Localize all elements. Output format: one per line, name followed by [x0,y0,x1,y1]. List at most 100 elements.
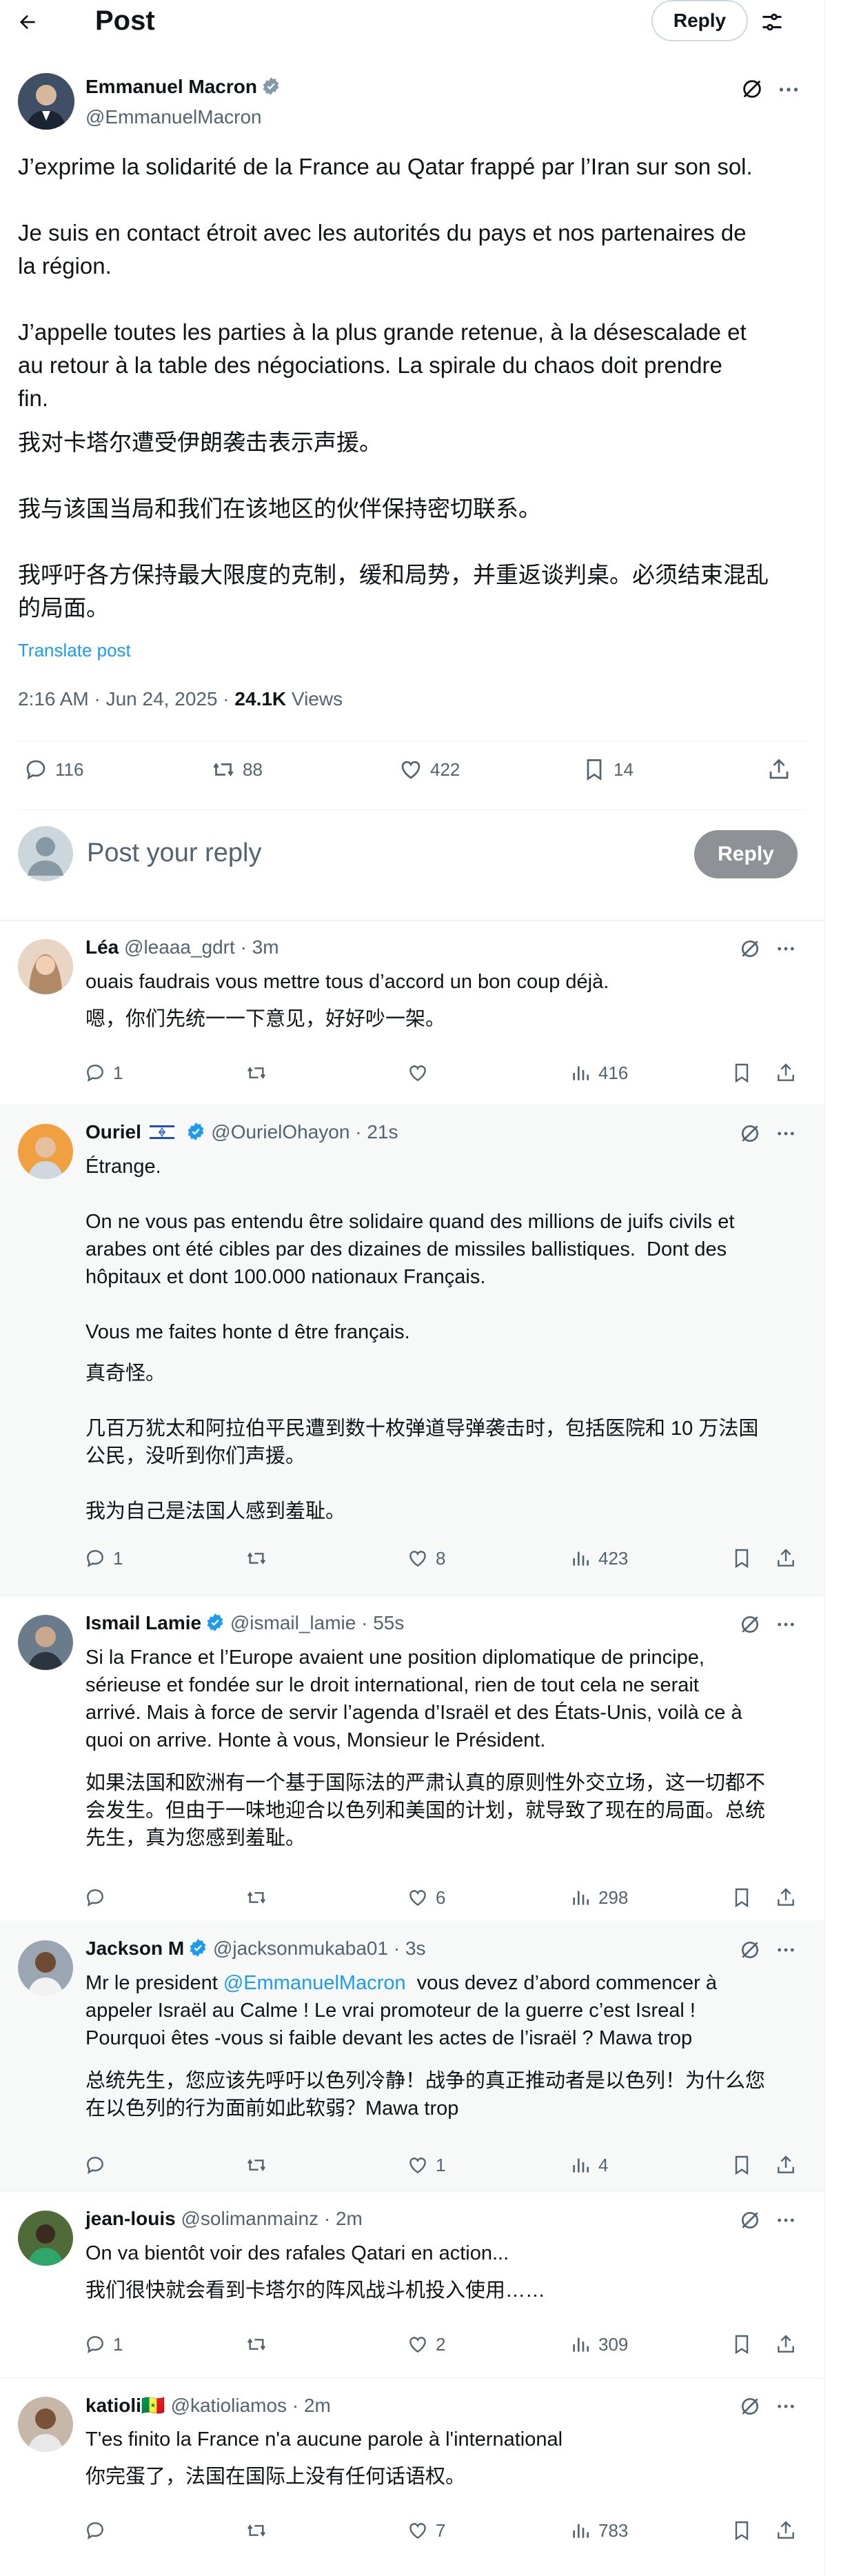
reply-time[interactable]: · 2m [318,2208,363,2229]
reply-avatar[interactable] [18,1615,73,1670]
more-options-icon[interactable] [775,2209,797,2231]
reply-action[interactable] [84,2519,113,2542]
back-arrow-icon[interactable] [14,8,41,36]
reply-author-handle[interactable]: @ismail_lamie [230,1612,356,1633]
grok-icon[interactable] [739,1613,761,1636]
share-icon[interactable] [775,2519,797,2542]
reply-action[interactable]: 1 [84,1547,123,1569]
reply-time[interactable]: · 3m [235,936,279,958]
share-icon[interactable] [775,1886,797,1909]
repost-action[interactable] [245,1547,274,1569]
share-icon[interactable] [775,2154,797,2176]
grok-icon[interactable] [739,938,761,960]
reply-input[interactable]: Post your reply [87,838,261,868]
translate-post-link[interactable]: Translate post [18,640,131,661]
reply-time[interactable]: · 2m [287,2395,331,2416]
grok-icon[interactable] [739,1123,761,1145]
reply-time[interactable]: · 3s [388,1938,426,1959]
share-icon[interactable] [775,1547,797,1569]
mention-link[interactable]: @EmmanuelMacron [223,1972,406,1994]
reply-time[interactable]: · 21s [349,1121,398,1143]
reply-action[interactable] [84,1886,113,1909]
repost-action[interactable] [245,1062,274,1084]
like-action[interactable]: 6 [407,1886,445,1909]
reply-item[interactable]: Ouriel @OurielOhayon · 21s Étrange. On n… [0,1106,824,1596]
compose-reply-button[interactable]: Reply [694,830,798,878]
more-options-icon[interactable] [775,938,797,960]
reply-item[interactable]: Léa @leaaa_gdrt · 3m ouais faudrais vous… [0,921,824,1105]
reply-action-bar: 1 2 309 [0,2333,824,2361]
post-timestamp[interactable]: 2:16 AM · Jun 24, 2025 · [18,688,234,710]
like-action[interactable] [407,1062,436,1084]
bookmark-icon[interactable] [731,2154,753,2176]
header-reply-button[interactable]: Reply [651,0,748,41]
like-action[interactable]: 7 [407,2519,445,2542]
bookmark-icon[interactable] [731,1062,753,1084]
reply-author-name[interactable]: Léa [85,936,119,958]
more-options-icon[interactable] [775,1939,797,1961]
reply-author-name[interactable]: Ouriel [85,1121,141,1143]
grok-icon[interactable] [739,1939,761,1961]
scrollbar[interactable] [825,0,841,2576]
repost-action[interactable] [245,1886,274,1909]
reply-avatar[interactable] [18,2211,73,2266]
views-action[interactable]: 783 [569,2519,628,2542]
post-text-fr: J’exprime la solidarité de la France au … [18,154,753,411]
bookmark-icon[interactable] [731,2333,753,2355]
author-avatar[interactable] [18,73,74,130]
more-options-icon[interactable] [775,1613,797,1636]
repost-action[interactable] [245,2333,274,2355]
share-icon[interactable] [775,1062,797,1084]
grok-icon[interactable] [740,77,764,101]
bookmark-icon[interactable] [731,1886,753,1909]
views-action[interactable]: 298 [569,1886,628,1909]
grok-icon[interactable] [739,2209,761,2231]
views-action[interactable]: 4 [569,2154,608,2176]
reply-avatar[interactable] [18,939,73,994]
reply-author-name[interactable]: jean-louis [85,2208,176,2229]
more-options-icon[interactable] [776,77,801,102]
share-icon[interactable] [767,757,791,782]
more-options-icon[interactable] [775,2395,797,2417]
analytics-icon [573,2524,589,2538]
bookmark-icon[interactable] [731,2519,753,2542]
reply-author-name[interactable]: katioli🇸🇳 [85,2395,165,2416]
reply-time[interactable]: · 55s [356,1612,404,1633]
reply-avatar[interactable] [18,1124,73,1179]
author-name[interactable]: Emmanuel Macron [85,76,281,98]
views-action[interactable]: 423 [569,1547,628,1569]
like-action[interactable]: 2 [407,2333,445,2355]
reply-action[interactable]: 116 [23,757,83,782]
reply-action[interactable]: 1 [84,1062,123,1084]
bookmark-icon[interactable] [731,1547,753,1569]
reply-item[interactable]: jean-louis @solimanmainz · 2m On va bien… [0,2193,824,2378]
like-action[interactable]: 1 [407,2154,445,2176]
reply-author-handle[interactable]: @OurielOhayon [211,1121,349,1143]
reply-author-handle[interactable]: @solimanmainz [181,2208,318,2229]
like-action[interactable]: 8 [407,1547,445,1569]
reply-action[interactable]: 1 [84,2333,123,2355]
grok-icon[interactable] [739,2395,761,2417]
like-action[interactable]: 422 [398,757,460,782]
repost-action[interactable] [245,2154,274,2176]
reply-author-name[interactable]: Ismail Lamie [85,1612,201,1633]
reply-item[interactable]: Jackson M @jacksonmukaba01 · 3s Mr le pr… [0,1922,824,2192]
more-options-icon[interactable] [775,1123,797,1145]
bookmark-action[interactable]: 14 [582,757,634,782]
reply-avatar[interactable] [18,1940,73,1995]
filter-sliders-icon[interactable] [757,7,787,37]
reply-author-handle[interactable]: @jacksonmukaba01 [213,1938,388,1959]
repost-action[interactable]: 88 [211,757,263,782]
reply-item[interactable]: katioli🇸🇳 @katioliamos · 2m T'es finito … [0,2379,824,2576]
reply-author-handle[interactable]: @leaaa_gdrt [124,936,235,958]
reply-author-handle[interactable]: @katioliamos [171,2395,287,2416]
views-action[interactable]: 416 [569,1062,628,1084]
author-handle[interactable]: @EmmanuelMacron [85,106,262,128]
reply-author-name[interactable]: Jackson M [85,1938,184,1959]
reply-avatar[interactable] [18,2397,73,2452]
share-icon[interactable] [775,2333,797,2355]
reply-item[interactable]: Ismail Lamie @ismail_lamie · 55s Si la F… [0,1597,824,1922]
views-action[interactable]: 309 [569,2333,628,2355]
reply-action[interactable] [84,2154,113,2176]
repost-action[interactable] [245,2519,274,2542]
